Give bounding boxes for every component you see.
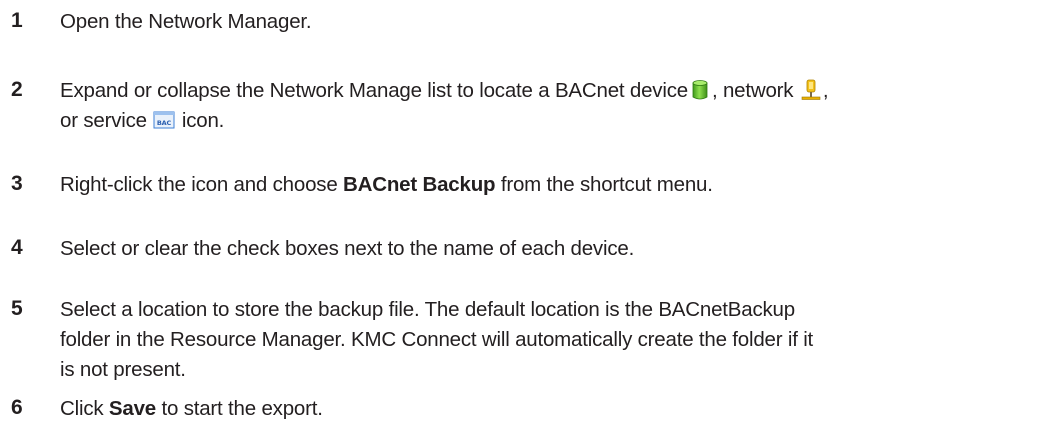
step-number: 2 [11, 78, 23, 101]
step-4-text: Select or clear the check boxes next to … [60, 237, 635, 260]
step-2-line1-end: , [822, 79, 829, 102]
step-text: Click Save to start the export. [60, 394, 1020, 424]
step-number: 3 [11, 172, 23, 195]
step-3-text-after: from the shortcut menu. [495, 173, 713, 196]
menu-item-name: BACnet Backup [343, 173, 496, 196]
step-number: 1 [11, 9, 23, 32]
step-number: 5 [11, 297, 23, 320]
step-text: Open the Network Manager. [60, 7, 1020, 37]
step-text: Right-click the icon and choose BACnet B… [60, 170, 1020, 200]
svg-text:BAC: BAC [157, 119, 172, 127]
step-2-line2-end: icon. [181, 109, 225, 132]
network-icon [800, 79, 822, 101]
database-icon [689, 79, 711, 101]
step-number: 6 [11, 396, 23, 419]
button-name: Save [108, 397, 156, 420]
bac-service-icon: BAC [153, 109, 175, 131]
step-number: 4 [11, 236, 23, 259]
step-2-line2-start: or service [60, 109, 147, 132]
step-text: Select a location to store the backup fi… [60, 295, 1020, 385]
step-5-line2: folder in the Resource Manager. KMC Conn… [60, 328, 814, 351]
step-2-line1-mid: , network [711, 79, 794, 102]
step-text: Select or clear the check boxes next to … [60, 234, 1020, 264]
step-6-text-before: Click [60, 397, 109, 420]
step-text: Expand or collapse the Network Manage li… [60, 76, 1020, 136]
step-1-text: Open the Network Manager. [60, 10, 312, 33]
step-6-text-after: to start the export. [156, 397, 323, 420]
step-2-line1-start: Expand or collapse the Network Manage li… [60, 79, 688, 102]
step-5-line1: Select a location to store the backup fi… [60, 298, 795, 321]
step-5-line3: is not present. [60, 358, 186, 381]
step-3-text-before: Right-click the icon and choose [60, 173, 344, 196]
